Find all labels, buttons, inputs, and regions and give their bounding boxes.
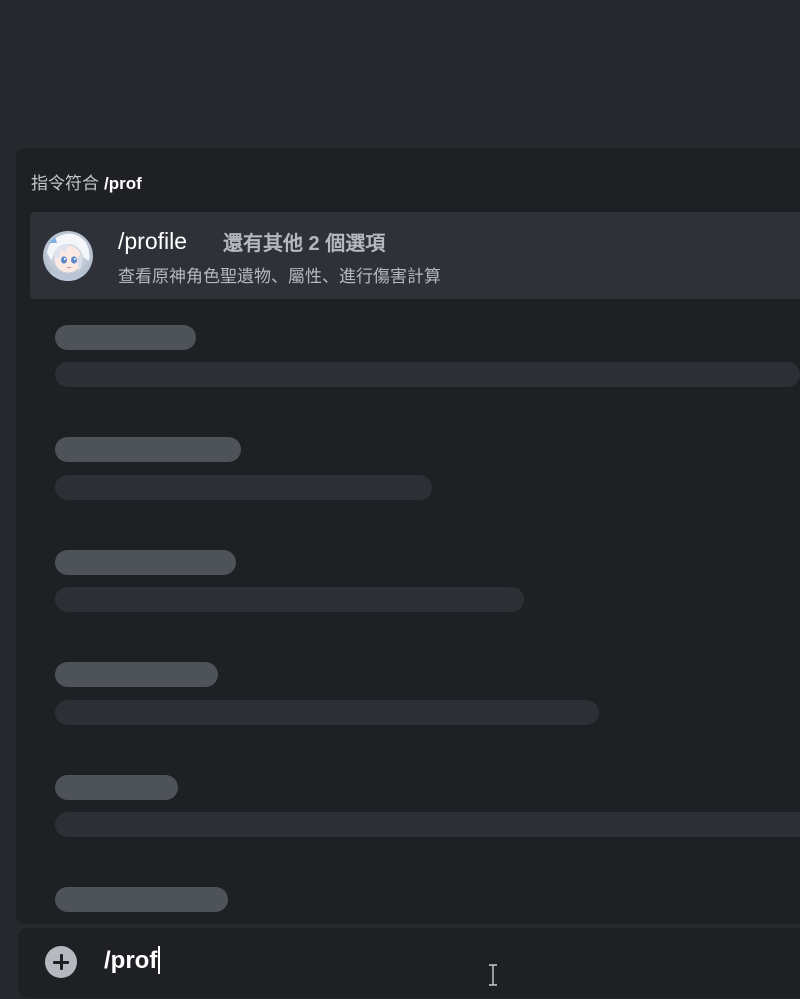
command-option-profile[interactable]: /profile 還有其他 2 個選項 查看原神角色聖遺物、屬性、進行傷害計算 bbox=[30, 212, 800, 299]
plus-circle-icon[interactable] bbox=[45, 946, 77, 978]
skeleton-option-title bbox=[55, 662, 218, 687]
command-autocomplete-popup: 指令符合/prof /profile 還有其他 2 個選項 查看原神角色聖遺物、… bbox=[16, 148, 800, 924]
text-caret bbox=[158, 946, 160, 974]
skeleton-option-title bbox=[55, 325, 196, 350]
skeleton-option-description bbox=[55, 587, 524, 612]
message-input-value: /prof bbox=[104, 947, 158, 974]
skeleton-option-description bbox=[55, 700, 599, 725]
skeleton-option-title bbox=[55, 550, 236, 575]
command-name: /profile bbox=[118, 228, 188, 254]
message-input[interactable]: /prof bbox=[104, 946, 160, 975]
command-description: 查看原神角色聖遺物、屬性、進行傷害計算 bbox=[118, 267, 441, 286]
message-composer: /prof bbox=[18, 928, 800, 998]
anime-character-avatar-icon bbox=[43, 231, 93, 281]
autocomplete-header: 指令符合/prof bbox=[31, 169, 142, 194]
ibeam-cursor-icon bbox=[489, 964, 497, 986]
skeleton-option-title bbox=[55, 887, 228, 912]
autocomplete-header-label: 指令符合 bbox=[31, 174, 99, 193]
skeleton-option-title bbox=[55, 437, 241, 462]
skeleton-option-title bbox=[55, 775, 178, 800]
skeleton-option-description bbox=[55, 812, 800, 837]
skeleton-option-description bbox=[55, 362, 800, 387]
skeleton-option-description bbox=[55, 475, 432, 500]
autocomplete-query: /prof bbox=[104, 174, 142, 193]
command-more-options: 還有其他 2 個選項 bbox=[223, 233, 386, 255]
